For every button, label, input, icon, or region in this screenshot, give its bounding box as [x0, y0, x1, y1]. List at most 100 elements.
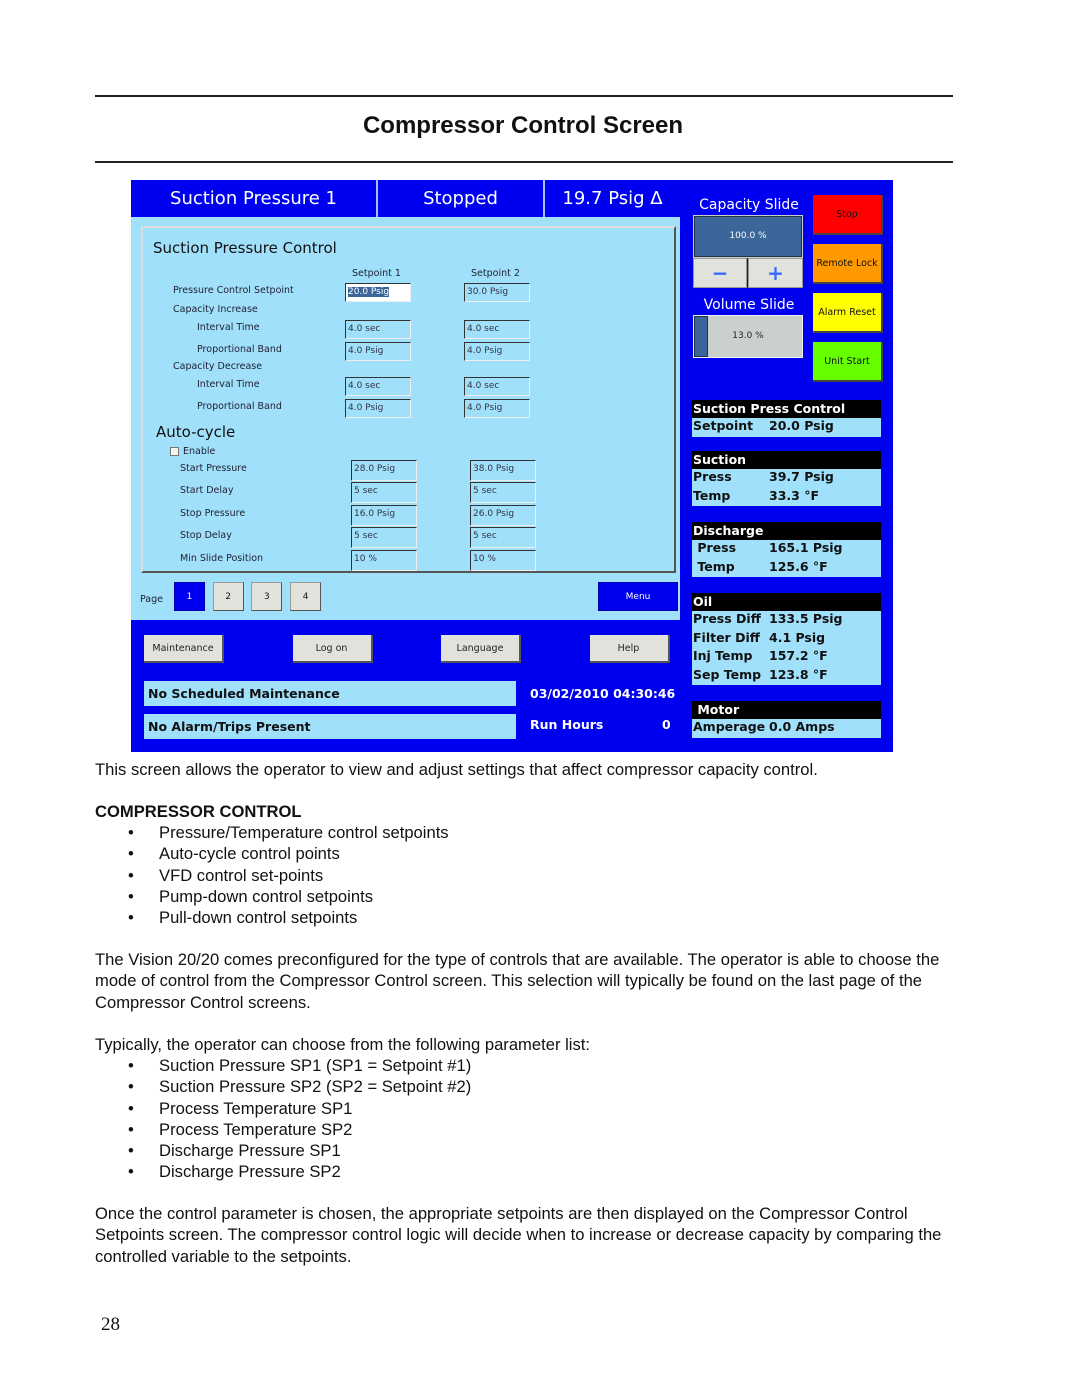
- setting-label: Capacity Increase: [173, 304, 258, 315]
- info-block-body: Setpoint 20.0 Psig: [692, 418, 881, 437]
- autocycle-setpoint2-field[interactable]: 26.0 Psig: [470, 504, 536, 526]
- info-value: 123.8 °F: [769, 666, 828, 682]
- unit-start-button[interactable]: Unit Start: [813, 342, 883, 382]
- info-block-title: Motor: [692, 701, 881, 719]
- list-item: • Pump-down control setpoints: [128, 886, 449, 907]
- setpoint1-field[interactable]: 4.0 sec: [345, 320, 411, 339]
- page-button-1[interactable]: 1: [174, 582, 205, 611]
- info-block-body: Amperage 0.0 Amps: [692, 719, 881, 738]
- autocycle-setpoint1-field[interactable]: 10 %: [351, 549, 417, 571]
- stop-button[interactable]: Stop: [813, 195, 883, 235]
- header-value: 19.7 Psig Δ: [562, 188, 663, 209]
- page-button-3[interactable]: 3: [251, 582, 283, 611]
- list-item-text: Pump-down control setpoints: [159, 886, 373, 906]
- list-item-text: Process Temperature SP1: [159, 1098, 353, 1118]
- header-mode: Suction Pressure 1: [131, 180, 378, 217]
- autocycle-setpoint1-field[interactable]: 5 sec: [351, 482, 417, 504]
- log-on-button[interactable]: Log on: [292, 635, 373, 663]
- info-label: Filter Diff: [693, 629, 760, 645]
- para-preconfigured: The Vision 20/20 comes preconfigured for…: [95, 950, 940, 1012]
- autocycle-label: Min Slide Position: [180, 552, 264, 564]
- info-row: Filter Diff 4.1 Psig: [692, 630, 881, 649]
- list-item: • Process Temperature SP2: [128, 1119, 471, 1140]
- run-hours-value: 0: [662, 717, 671, 732]
- info-value: 125.6 °F: [769, 558, 828, 574]
- setpoint1-field[interactable]: 4.0 Psig: [345, 342, 411, 361]
- enable-checkbox[interactable]: [170, 447, 179, 456]
- autocycle-setpoint2-field[interactable]: 5 sec: [470, 527, 536, 549]
- para-setpoints: Once the control parameter is chosen, th…: [95, 1204, 942, 1266]
- info-block-title: Oil: [692, 593, 881, 611]
- col-setpoint1: Setpoint 1: [352, 268, 401, 279]
- info-row: Setpoint 20.0 Psig: [692, 418, 881, 437]
- autocycle-setpoint1-field[interactable]: 16.0 Psig: [351, 504, 417, 526]
- capacity-decrease-button[interactable]: −: [693, 258, 747, 288]
- maintenance-status: No Scheduled Maintenance: [144, 681, 516, 706]
- info-label: Press: [693, 469, 732, 484]
- volume-slide-bar[interactable]: 13.0 %: [693, 315, 803, 358]
- menu-button[interactable]: Menu: [598, 582, 678, 611]
- autocycle-setpoint1-field[interactable]: 5 sec: [351, 527, 417, 549]
- autocycle-label: Start Pressure: [180, 463, 247, 474]
- list-item-text: Suction Pressure SP2 (SP2 = Setpoint #2): [159, 1077, 472, 1097]
- list-item-text: Pressure/Temperature control setpoints: [159, 823, 449, 842]
- setting-label: Capacity Decrease: [173, 361, 263, 372]
- setpoint2-field[interactable]: 4.0 sec: [464, 320, 530, 339]
- run-hours-label: Run Hours: [530, 717, 604, 732]
- setpoint1-field[interactable]: 20.0 Psig: [345, 283, 411, 302]
- remote-lock-button[interactable]: Remote Lock: [813, 244, 883, 284]
- setpoint1-value: 4.0 Psig: [348, 403, 384, 413]
- info-value: 0.0 Amps: [769, 719, 835, 734]
- list-item-text: Discharge Pressure SP1: [159, 1141, 341, 1161]
- autocycle-setpoint2-field[interactable]: 10 %: [470, 549, 536, 571]
- page-button-2[interactable]: 2: [212, 582, 244, 611]
- capacity-increase-button[interactable]: +: [748, 258, 803, 288]
- autocycle-label: Start Delay: [180, 485, 234, 497]
- setpoint2-field[interactable]: 30.0 Psig: [464, 283, 530, 302]
- bullet-icon: •: [128, 1119, 134, 1139]
- info-row: Amperage 0.0 Amps: [692, 719, 881, 738]
- setpoint2-field[interactable]: 4.0 sec: [464, 377, 530, 396]
- col-setpoint2: Setpoint 2: [471, 268, 520, 279]
- autocycle-setpoint2-field[interactable]: 5 sec: [470, 482, 536, 504]
- bullet-icon: •: [128, 1162, 134, 1182]
- list-item: • Pull-down control setpoints: [128, 907, 449, 928]
- setpoint1-field[interactable]: 4.0 sec: [345, 377, 411, 396]
- autocycle-label: Stop Delay: [180, 530, 232, 542]
- setpoint2-field[interactable]: 4.0 Psig: [464, 342, 530, 361]
- setpoint1-field[interactable]: 4.0 Psig: [345, 399, 411, 418]
- main-area: Suction Pressure Control Setpoint 1 Setp…: [131, 217, 680, 620]
- top-rule: [95, 95, 953, 97]
- alarm-status: No Alarm/Trips Present: [144, 714, 516, 739]
- info-label: Press Diff: [693, 611, 761, 626]
- info-value: 165.1 Psig: [769, 540, 843, 555]
- info-label: Press: [693, 540, 737, 555]
- capacity-value: 100.0 %: [729, 231, 767, 241]
- maintenance-button[interactable]: Maintenance: [144, 635, 224, 663]
- page-label: Page: [140, 594, 163, 605]
- alarm-reset-button[interactable]: Alarm Reset: [813, 293, 883, 333]
- autocycle-label: Stop Pressure: [180, 507, 246, 519]
- setpoint2-field[interactable]: 4.0 Psig: [464, 399, 530, 418]
- list-item-text: Discharge Pressure SP2: [159, 1162, 341, 1182]
- autocycle-setpoint2-field[interactable]: 38.0 Psig: [470, 460, 536, 481]
- control-panel: Suction Pressure Control Setpoint 1 Setp…: [141, 226, 676, 573]
- datetime: 03/02/2010 04:30:46: [530, 686, 676, 701]
- info-row: Press 165.1 Psig: [692, 540, 881, 559]
- language-button[interactable]: Language: [441, 635, 521, 663]
- info-value: 133.5 Psig: [769, 611, 843, 626]
- info-block-body: Press 165.1 Psig Temp 125.6 °F: [692, 540, 881, 578]
- volume-value: 13.0 %: [732, 331, 764, 341]
- page-button-4[interactable]: 4: [290, 582, 322, 611]
- list-item-text: Suction Pressure SP1 (SP1 = Setpoint #1): [159, 1056, 472, 1075]
- bullet-icon: •: [128, 1056, 134, 1075]
- setpoint1-value: 4.0 sec: [348, 324, 381, 334]
- info-block-title: Discharge: [692, 522, 881, 540]
- info-row: Press Diff 133.5 Psig: [692, 611, 881, 630]
- help-button[interactable]: Help: [589, 635, 670, 663]
- intro-paragraph: This screen allows the operator to view …: [95, 760, 818, 779]
- autocycle-setpoint1-field[interactable]: 28.0 Psig: [351, 460, 417, 481]
- list-item: • Pressure/Temperature control setpoints: [128, 822, 449, 843]
- capacity-slide-bar[interactable]: 100.0 %: [693, 215, 803, 258]
- list-item-text: Process Temperature SP2: [159, 1119, 353, 1139]
